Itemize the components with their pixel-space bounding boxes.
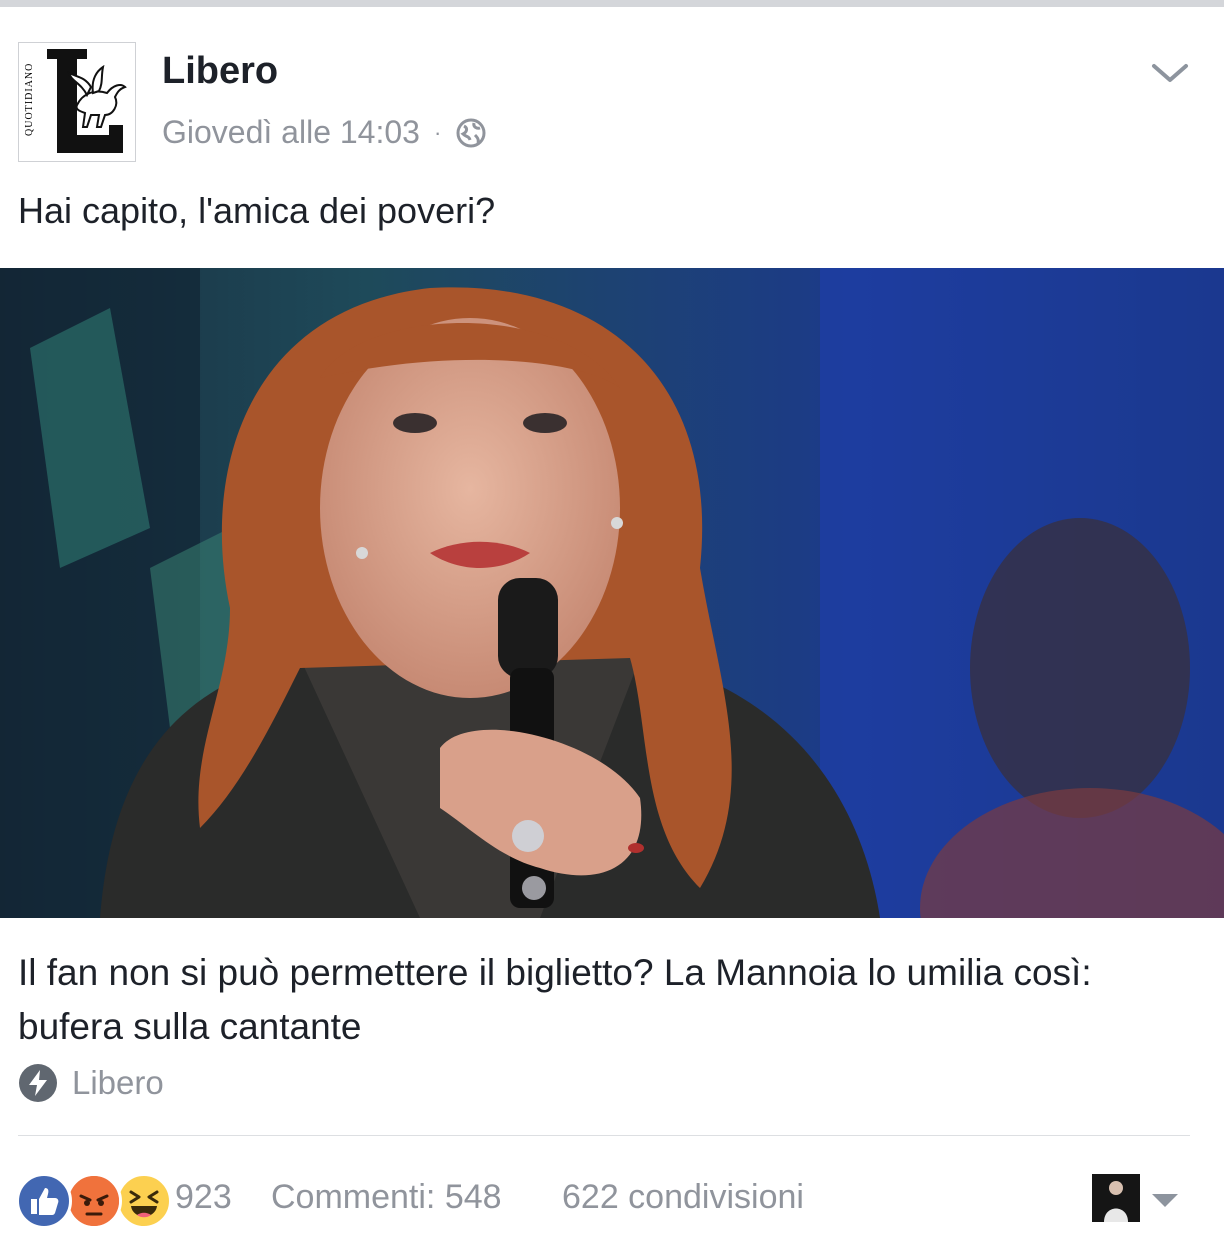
top-separator-bar [0, 0, 1224, 7]
viewer-avatar[interactable] [1092, 1174, 1140, 1222]
post-text: Hai capito, l'amica dei poveri? [18, 190, 496, 231]
page-name[interactable]: Libero [162, 50, 278, 93]
comments-count[interactable]: Commenti: 548 [271, 1178, 502, 1217]
post-timestamp[interactable]: Giovedì alle 14:03 [162, 114, 420, 151]
reaction-count[interactable]: 923 [175, 1178, 232, 1217]
singer-photo [0, 268, 1224, 918]
post-options-chevron-icon[interactable] [1150, 58, 1190, 88]
link-source-name: Libero [72, 1064, 164, 1101]
pegasus-icon [67, 65, 127, 128]
reactions-summary[interactable] [16, 1173, 172, 1229]
post-meta: Giovedì alle 14:03 · [162, 114, 487, 151]
like-reaction-icon [16, 1173, 72, 1229]
haha-reaction-icon [116, 1173, 172, 1229]
footer-divider [18, 1135, 1190, 1136]
angry-reaction-icon [66, 1173, 122, 1229]
shares-count[interactable]: 622 condivisioni [562, 1178, 804, 1217]
link-preview-image[interactable] [0, 268, 1224, 918]
page-logo[interactable]: QUOTIDIANO [18, 42, 136, 162]
caret-down-icon[interactable] [1150, 1190, 1180, 1210]
link-headline[interactable]: Il fan non si può permettere il bigliett… [18, 946, 1198, 1054]
lightning-bolt-icon [19, 1064, 57, 1102]
globe-icon [456, 118, 486, 147]
logo-text: QUOTIDIANO [24, 62, 35, 136]
link-source[interactable]: Libero [18, 1063, 164, 1103]
meta-separator: · [433, 119, 442, 145]
